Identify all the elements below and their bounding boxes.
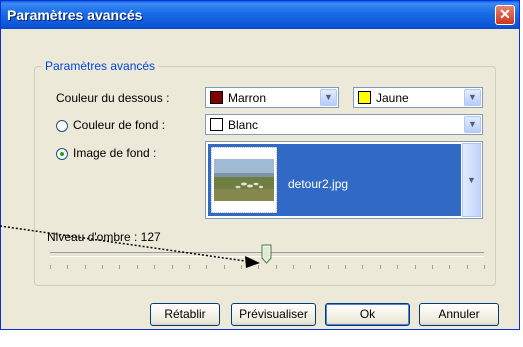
preview-button[interactable]: Prévisualiser: [231, 303, 316, 326]
ok-button[interactable]: Ok: [325, 303, 410, 326]
annotation-arrow: [0, 225, 260, 268]
cancel-button[interactable]: Annuler: [419, 303, 499, 326]
reset-button[interactable]: Rétablir: [150, 303, 220, 326]
